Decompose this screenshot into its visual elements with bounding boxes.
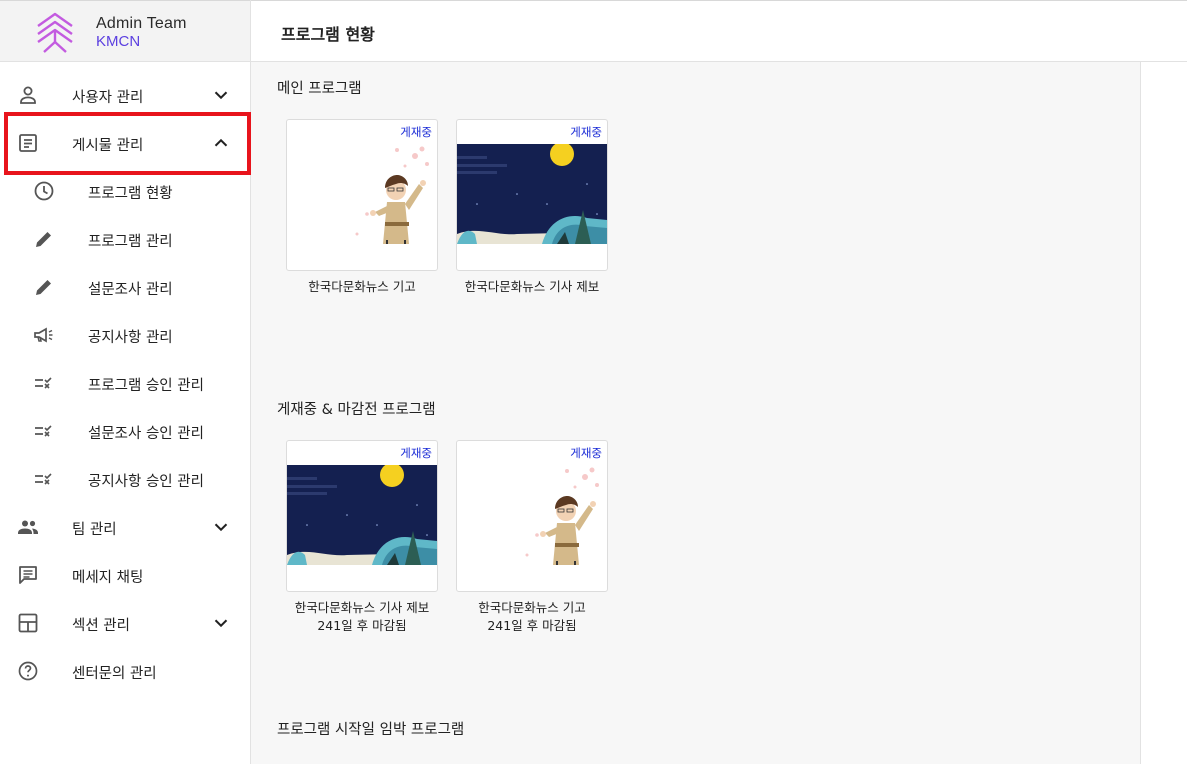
right-gutter — [1141, 62, 1187, 764]
article-icon — [19, 134, 37, 152]
card-deadline: 241일 후 마감됨 — [317, 618, 407, 633]
sidebar-item-label: 프로그램 승인 관리 — [88, 378, 204, 394]
sidebar-item-users[interactable]: 사용자 관리 — [0, 73, 250, 117]
sidebar-item-survey-manage[interactable]: 설문조사 관리 — [0, 265, 250, 309]
night-moon-illustration — [287, 465, 437, 565]
sidebar-item-notice-manage[interactable]: 공지사항 관리 — [0, 313, 250, 357]
admin-app: Admin Team KMCN 사용자 관리 게시물 관리 프로그램 현황 프로… — [0, 0, 1187, 764]
brand-subname: KMCN — [96, 33, 141, 50]
status-badge: 게재중 — [400, 446, 432, 460]
sidebar-item-label: 공지사항 관리 — [88, 330, 173, 346]
checklist-icon — [35, 473, 52, 485]
main-content: 메인 프로그램 게재중 한국다문화뉴스 기고 게재중 한국다문화뉴스 기사 제보… — [251, 62, 1141, 764]
sidebar-item-section[interactable]: 섹션 관리 — [0, 601, 250, 645]
card-caption: 한국다문화뉴스 기고 — [478, 600, 586, 615]
chat-icon — [19, 566, 37, 584]
character-illustration — [355, 146, 429, 244]
sidebar-item-team[interactable]: 팀 관리 — [0, 505, 250, 549]
person-icon — [20, 86, 36, 104]
section-title-main: 메인 프로그램 — [277, 81, 362, 97]
sidebar-item-label: 섹션 관리 — [72, 618, 130, 634]
brand-header[interactable]: Admin Team KMCN — [0, 0, 250, 62]
status-badge: 게재중 — [570, 446, 602, 460]
layout-icon — [18, 613, 38, 633]
group-icon — [18, 520, 38, 534]
program-card[interactable]: 게재중 — [286, 440, 438, 592]
pencil-icon — [36, 280, 51, 295]
section-title-open: 게재중 & 마감전 프로그램 — [277, 402, 436, 418]
sidebar-item-label: 게시물 관리 — [72, 138, 144, 154]
chevron-up-icon[interactable] — [210, 132, 232, 154]
sidebar-item-label: 사용자 관리 — [72, 90, 144, 106]
card-caption: 한국다문화뉴스 기사 제보 — [464, 279, 600, 294]
clock-icon — [34, 181, 54, 201]
program-card[interactable]: 게재중 — [456, 440, 608, 592]
sidebar-item-posts[interactable]: 게시물 관리 — [0, 121, 250, 165]
sidebar-item-label: 센터문의 관리 — [72, 666, 157, 682]
chevron-down-icon[interactable] — [210, 612, 232, 634]
sidebar-item-program-approval[interactable]: 프로그램 승인 관리 — [0, 361, 250, 405]
sidebar-item-label: 설문조사 승인 관리 — [88, 426, 204, 442]
sidebar-item-inquiry[interactable]: 센터문의 관리 — [0, 649, 250, 693]
card-caption: 한국다문화뉴스 기사 제보 — [294, 600, 430, 615]
sidebar-item-survey-approval[interactable]: 설문조사 승인 관리 — [0, 409, 250, 453]
checklist-icon — [35, 425, 52, 437]
status-badge: 게재중 — [400, 125, 432, 139]
sidebar-item-label: 프로그램 현황 — [88, 186, 173, 202]
page-title: 프로그램 현황 — [281, 25, 375, 44]
card-caption: 한국다문화뉴스 기고 — [308, 279, 416, 294]
chevron-down-icon[interactable] — [210, 516, 232, 538]
chevron-down-icon[interactable] — [210, 84, 232, 106]
checklist-icon — [35, 377, 52, 389]
sidebar-item-program-manage[interactable]: 프로그램 관리 — [0, 217, 250, 261]
sidebar-item-chat[interactable]: 메세지 채팅 — [0, 553, 250, 597]
topbar: 프로그램 현황 — [251, 0, 1187, 62]
sidebar-item-label: 팀 관리 — [72, 522, 117, 538]
sidebar-item-label: 설문조사 관리 — [88, 282, 173, 298]
logo-icon — [37, 12, 73, 53]
card-deadline: 241일 후 마감됨 — [487, 618, 577, 633]
sidebar: Admin Team KMCN 사용자 관리 게시물 관리 프로그램 현황 프로… — [0, 0, 251, 764]
sidebar-item-label: 프로그램 관리 — [88, 234, 173, 250]
character-illustration — [525, 467, 599, 565]
section-title-upcoming: 프로그램 시작일 임박 프로그램 — [277, 722, 465, 738]
brand-name: Admin Team — [96, 15, 187, 32]
sidebar-item-program-status[interactable]: 프로그램 현황 — [0, 169, 250, 213]
sidebar-item-notice-approval[interactable]: 공지사항 승인 관리 — [0, 457, 250, 501]
program-card[interactable]: 게재중 — [456, 119, 608, 271]
megaphone-icon — [34, 327, 53, 343]
status-badge: 게재중 — [570, 125, 602, 139]
program-card[interactable]: 게재중 — [286, 119, 438, 271]
pencil-icon — [36, 232, 51, 247]
help-icon — [18, 661, 38, 681]
night-moon-illustration — [457, 144, 607, 244]
sidebar-item-label: 메세지 채팅 — [72, 570, 144, 586]
sidebar-item-label: 공지사항 승인 관리 — [88, 474, 204, 490]
